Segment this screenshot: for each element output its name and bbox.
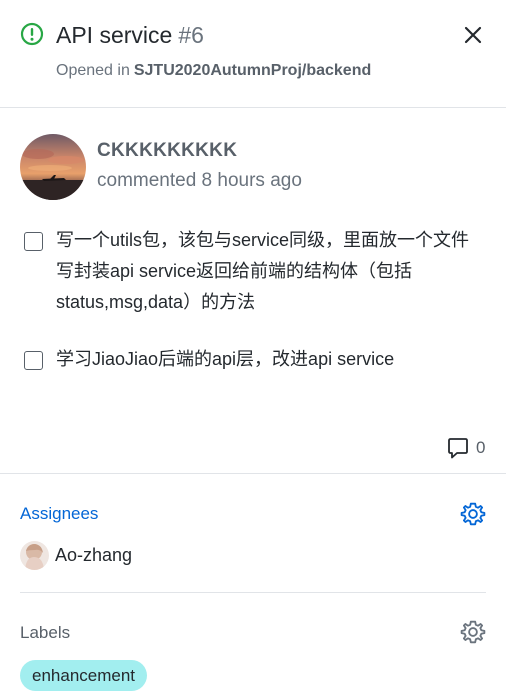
comment-count-button[interactable]: 0 xyxy=(446,436,485,460)
assignees-gear-icon[interactable] xyxy=(460,501,486,527)
assignees-title[interactable]: Assignees xyxy=(20,503,98,525)
labels-section: Labels enhancement xyxy=(0,594,506,698)
opened-in-label: Opened in xyxy=(56,62,130,79)
issue-header: API service #6 Opened in SJTU2020AutumnPro… xyxy=(0,0,506,108)
assignee-item[interactable]: Ao-zhang xyxy=(20,540,132,570)
issue-repo-line: Opened in SJTU2020AutumnProj/backend xyxy=(56,61,371,81)
repo-link[interactable]: SJTU2020AutumnProj/backend xyxy=(134,62,371,79)
assignee-name: Ao-zhang xyxy=(55,544,133,565)
section-divider xyxy=(20,592,486,593)
sunset-plane-image xyxy=(20,134,86,200)
label-enhancement[interactable]: enhancement xyxy=(20,660,148,691)
task-text: 写一个utils包，该包与service同级，里面放一个文件写封装api ser… xyxy=(56,230,470,312)
issue-title-text: API service xyxy=(56,22,173,48)
task-checkbox[interactable] xyxy=(24,232,43,251)
assignee-avatar xyxy=(20,540,49,570)
issue-number: #6 xyxy=(178,22,204,48)
comment-count: 0 xyxy=(476,438,486,457)
assignees-section: Assignees Ao-zhang xyxy=(0,474,506,594)
author-avatar[interactable] xyxy=(20,134,86,200)
comment-author[interactable]: CKKKKKKKKK xyxy=(97,139,237,163)
task-text: 学习JiaoJiao后端的api层，改进api service xyxy=(56,349,395,369)
issue-title: API service #6 xyxy=(56,20,204,50)
labels-gear-icon[interactable] xyxy=(460,619,486,645)
task-checkbox[interactable] xyxy=(24,351,43,370)
comment-body: CKKKKKKKKK commented 8 hours ago 写一个util… xyxy=(0,108,506,474)
task-item: 学习JiaoJiao后端的api层，改进api service xyxy=(24,344,484,375)
issue-open-icon xyxy=(20,22,44,46)
labels-title: Labels xyxy=(20,623,71,642)
anime-avatar-image xyxy=(20,540,49,570)
close-icon[interactable] xyxy=(462,24,484,46)
task-item: 写一个utils包，该包与service同级，里面放一个文件写封装api ser… xyxy=(24,225,484,318)
comment-timestamp: commented 8 hours ago xyxy=(97,170,302,191)
comment-icon xyxy=(448,438,468,459)
